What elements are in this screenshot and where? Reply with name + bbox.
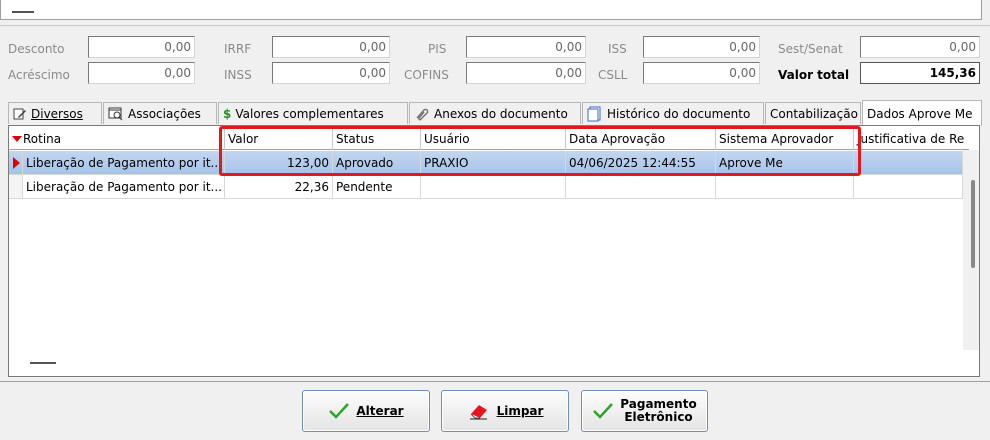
collapse-dash-icon[interactable]: [12, 11, 34, 13]
document-icon: [587, 106, 601, 121]
cell-rotina[interactable]: Liberação de Pagamento por it...: [23, 151, 225, 175]
col-rotina[interactable]: Rotina: [9, 128, 225, 150]
tab-anexos-documento[interactable]: Anexos do documento: [409, 102, 581, 124]
tab-historico-documento[interactable]: Histórico do documento: [582, 102, 764, 124]
table-row[interactable]: Liberação de Pagamento por it... 22,36 P…: [9, 175, 963, 199]
irrf-input[interactable]: 0,00: [272, 36, 390, 58]
dollar-icon: $: [223, 106, 232, 121]
desconto-input[interactable]: 0,00: [88, 36, 195, 58]
tab-anexos-documento-label: Anexos do documento: [434, 106, 568, 121]
tab-valores-complementares-label: Valores complementares: [235, 106, 384, 121]
tab-dados-aprove-me-label: Dados Aprove Me: [867, 106, 973, 121]
highlight-box: [219, 126, 861, 176]
cell-status[interactable]: Pendente: [333, 175, 421, 199]
valor-total-input: 145,36: [860, 62, 980, 84]
pis-input[interactable]: 0,00: [466, 36, 586, 58]
csll-label: CSLL: [598, 68, 628, 82]
row-indicator: [9, 175, 23, 199]
iss-label: ISS: [608, 42, 627, 56]
limpar-label: Limpar: [496, 404, 544, 418]
inss-input[interactable]: 0,00: [272, 62, 390, 84]
pencil-icon: [13, 108, 26, 119]
scrollbar-thumb[interactable]: [971, 180, 975, 268]
limpar-button[interactable]: Limpar: [441, 390, 569, 432]
cell-rotina[interactable]: Liberação de Pagamento por it...: [23, 175, 225, 199]
sort-arrow-icon: [12, 136, 22, 142]
cofins-label: COFINS: [404, 68, 449, 82]
tab-bar: Diversos Associações $ Valores complemen…: [0, 100, 990, 126]
tab-valores-complementares[interactable]: $ Valores complementares: [218, 102, 408, 124]
paperclip-icon: [416, 108, 429, 120]
tab-associacoes[interactable]: Associações: [103, 102, 217, 124]
cell-data-aprovacao[interactable]: [566, 175, 716, 199]
cell-valor[interactable]: 22,36: [225, 175, 333, 199]
divider: [0, 381, 990, 382]
window-search-icon: [108, 107, 123, 120]
sest-senat-label: Sest/Senat: [778, 42, 843, 56]
cell-justificativa[interactable]: [854, 175, 963, 199]
eraser-icon: [469, 405, 487, 420]
alterar-button[interactable]: Alterar: [302, 390, 430, 432]
pagamento-eletronico-button[interactable]: Pagamento Eletrônico: [581, 390, 708, 432]
sest-senat-input[interactable]: 0,00: [860, 36, 980, 58]
tab-contabilizacao-label: Contabilização: [770, 106, 858, 121]
acrescimo-input[interactable]: 0,00: [88, 62, 195, 84]
tab-dados-aprove-me[interactable]: Dados Aprove Me: [862, 100, 982, 126]
pagamento-line2: Eletrônico: [624, 410, 693, 424]
tab-historico-documento-label: Histórico do documento: [607, 106, 751, 121]
cell-justificativa[interactable]: [854, 151, 963, 175]
divider: [0, 25, 990, 26]
csll-input[interactable]: 0,00: [643, 62, 760, 84]
pis-label: PIS: [428, 42, 447, 56]
row-indicator: [9, 151, 23, 175]
cell-sistema-aprovador[interactable]: [716, 175, 854, 199]
irrf-label: IRRF: [224, 42, 252, 56]
col-rotina-label: Rotina: [23, 132, 62, 146]
valor-total-label: Valor total: [778, 68, 850, 82]
iss-input[interactable]: 0,00: [643, 36, 760, 58]
top-panel: [0, 0, 982, 20]
tab-diversos-label: Diversos: [31, 106, 83, 121]
cofins-input[interactable]: 0,00: [466, 62, 586, 84]
acrescimo-label: Acréscimo: [8, 68, 70, 82]
tab-contabilizacao[interactable]: Contabilização: [765, 102, 861, 124]
tab-associacoes-label: Associações: [128, 106, 201, 121]
tab-diversos[interactable]: Diversos: [8, 102, 102, 124]
alterar-label: Alterar: [356, 404, 404, 418]
check-icon: [593, 403, 614, 419]
col-justificativa[interactable]: Justificativa de Re: [854, 128, 964, 150]
collapse-dash-icon[interactable]: [30, 362, 56, 364]
current-row-arrow-icon: [13, 157, 20, 169]
check-icon: [329, 403, 350, 419]
desconto-label: Desconto: [8, 42, 65, 56]
cell-usuario[interactable]: [421, 175, 566, 199]
pagamento-eletronico-label: Pagamento Eletrônico: [620, 398, 696, 424]
inss-label: INSS: [224, 68, 252, 82]
